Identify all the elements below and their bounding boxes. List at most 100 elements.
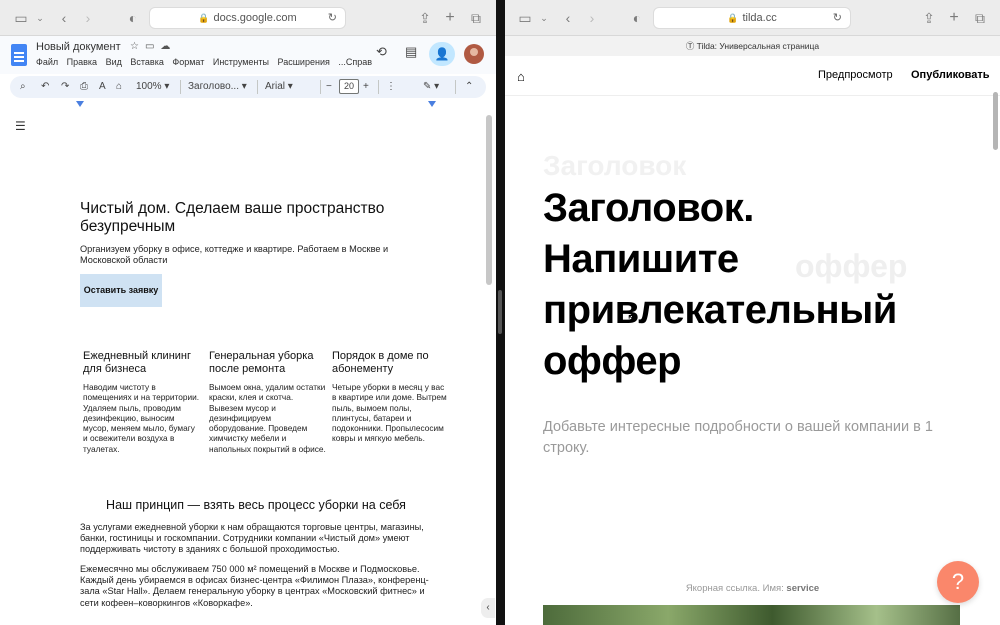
reload-icon[interactable]: ↻	[328, 8, 337, 28]
docs-logo-icon[interactable]	[11, 44, 27, 66]
new-tab-icon[interactable]: +	[945, 9, 963, 27]
block-image	[543, 605, 960, 625]
address-bar-left[interactable]: 🔒 docs.google.com ↻	[149, 7, 346, 29]
menu-format[interactable]: Формат	[172, 57, 204, 67]
scrollbar[interactable]	[486, 115, 492, 285]
print-icon[interactable]: ⎙	[80, 81, 88, 92]
tilda-subtitle[interactable]: Добавьте интересные подробности о вашей …	[543, 417, 943, 459]
docs-toolbar: ⌕ ↶ ↷ ⎙ A ⌂ 100% ▾ Заголово... ▾ Arial ▾…	[10, 76, 486, 98]
tabs-icon[interactable]: ⧉	[467, 9, 485, 27]
ruler-left-marker[interactable]	[76, 101, 84, 107]
menu-view[interactable]: Вид	[106, 57, 122, 67]
preview-link[interactable]: Предпросмотр	[818, 69, 893, 81]
shield-icon[interactable]: ◐	[124, 9, 142, 27]
home-icon[interactable]: ⌂	[517, 69, 525, 84]
column-title: Порядок в доме по абонементу	[332, 350, 429, 375]
page-banner: Ⓣ Tilda: Универсальная страница	[505, 36, 1000, 56]
share-button[interactable]: 👤	[429, 42, 455, 66]
back-icon[interactable]: ‹	[55, 9, 73, 27]
chevron-down-icon[interactable]: ⌄	[31, 9, 49, 27]
star-icon[interactable]: ☆	[130, 41, 145, 52]
tilda-heading[interactable]: Заголовок. Напишите привлекательный оффе…	[543, 183, 943, 387]
paint-format-icon[interactable]: ⌂	[116, 81, 122, 92]
doc-heading[interactable]: Чистый дом. Сделаем ваше пространство бе…	[80, 200, 420, 236]
outline-icon[interactable]: ☰	[15, 119, 26, 133]
edit-mode-icon[interactable]: ✎ ▾	[423, 81, 439, 92]
document-title[interactable]: Новый документ	[36, 41, 121, 53]
section-title[interactable]: Наш принцип — взять весь процесс уборки …	[80, 498, 432, 512]
left-window: ▭ ⌄ ‹ › ◐ 🔒 docs.google.com ↻ ⇪ + ⧉ Новый…	[0, 0, 496, 625]
forward-icon[interactable]: ›	[79, 9, 97, 27]
right-window: ▭ ⌄ ‹ › ◐ 🔒 tilda.cc ↻ ⇪ + ⧉ Ⓣ Tilda: Уни…	[505, 0, 1000, 625]
style-select[interactable]: Заголово... ▾	[188, 81, 247, 92]
history-icon[interactable]: ⟲	[376, 44, 387, 60]
comments-icon[interactable]: ▤	[405, 44, 417, 60]
menu-file[interactable]: Файл	[36, 57, 58, 67]
column-2[interactable]: Генеральная уборка после ремонта Вымоем …	[209, 350, 327, 454]
redo-icon[interactable]: ↷	[61, 81, 69, 92]
back-icon[interactable]: ‹	[559, 9, 577, 27]
collapse-menu-icon[interactable]: ⌃	[465, 81, 473, 92]
column-title: Ежедневный клининг для бизнеса	[83, 350, 192, 375]
scrollbar[interactable]	[993, 92, 998, 150]
menu-help[interactable]: ...Справ	[338, 57, 372, 67]
reload-icon[interactable]: ↻	[833, 8, 842, 28]
ghost-text: Заголовок	[543, 150, 687, 181]
font-size-input[interactable]: 20	[339, 79, 359, 94]
tilda-nav: ⌂ Предпросмотр Опубликовать	[505, 56, 1000, 96]
url-text-left: docs.google.com	[213, 12, 297, 24]
tilda-icon: Ⓣ	[685, 41, 695, 51]
column-text: Четыре уборки в месяц у вас в квартире и…	[332, 382, 447, 444]
share-icon[interactable]: ⇪	[416, 9, 434, 27]
paragraph-1[interactable]: За услугами ежедневной уборки к нам обра…	[80, 522, 432, 556]
anchor-name: service	[786, 583, 820, 594]
undo-icon[interactable]: ↶	[41, 81, 49, 92]
column-3[interactable]: Порядок в доме по абонементу Четыре убор…	[332, 350, 450, 444]
decrease-font-button[interactable]: −	[326, 81, 332, 92]
share-icon[interactable]: ⇪	[920, 9, 938, 27]
new-tab-icon[interactable]: +	[441, 9, 459, 27]
search-icon[interactable]: ⌕	[20, 81, 26, 92]
menu-tools[interactable]: Инструменты	[213, 57, 269, 67]
collapse-panel-button[interactable]: ‹	[481, 598, 495, 618]
add-person-icon: 👤	[434, 47, 450, 61]
folder-icon[interactable]: ▭	[145, 41, 160, 52]
tabs-icon[interactable]: ⧉	[971, 9, 989, 27]
avatar[interactable]	[464, 44, 484, 64]
column-text: Вымоем окна, удалим остатки краски, клея…	[209, 382, 326, 454]
cta-button[interactable]: Оставить заявку	[80, 274, 162, 307]
split-divider[interactable]	[496, 0, 505, 625]
ruler-right-marker[interactable]	[428, 101, 436, 107]
menu-edit[interactable]: Правка	[67, 57, 97, 67]
column-1[interactable]: Ежедневный клининг для бизнеса Наводим ч…	[83, 350, 201, 454]
gdocs-header: Новый документ ☆▭☁ Файл Правка Вид Встав…	[0, 36, 496, 74]
help-button[interactable]: ?	[937, 561, 979, 603]
sidebar-icon[interactable]: ▭	[516, 9, 534, 27]
cloud-icon[interactable]: ☁	[160, 41, 176, 52]
chevron-down-icon[interactable]: ⌄	[535, 9, 553, 27]
increase-font-button[interactable]: +	[363, 81, 369, 92]
sidebar-icon[interactable]: ▭	[12, 9, 30, 27]
doc-subheading[interactable]: Организуем уборку в офисе, коттедже и кв…	[80, 244, 410, 266]
anchor-label: Якорная ссылка. Имя: service	[685, 583, 820, 594]
mouse-cursor-icon: ↖	[627, 311, 638, 325]
address-bar-right[interactable]: 🔒 tilda.cc ↻	[653, 7, 851, 29]
page-title: Tilda: Универсальная страница	[696, 41, 820, 51]
publish-link[interactable]: Опубликовать	[911, 69, 990, 81]
safari-toolbar-right: ▭ ⌄ ‹ › ◐ 🔒 tilda.cc ↻ ⇪ + ⧉	[505, 0, 1000, 36]
spellcheck-icon[interactable]: A	[99, 81, 106, 92]
paragraph-2[interactable]: Ежемесячно мы обслуживаем 750 000 м² пом…	[80, 564, 432, 609]
column-text: Наводим чистоту в помещениях и на террит…	[83, 382, 200, 454]
zoom-select[interactable]: 100% ▾	[136, 81, 169, 92]
forward-icon[interactable]: ›	[583, 9, 601, 27]
lock-icon: 🔒	[727, 13, 739, 23]
menu-extensions[interactable]: Расширения	[278, 57, 330, 67]
font-select[interactable]: Arial ▾	[265, 81, 293, 92]
menu-bar: Файл Правка Вид Вставка Формат Инструмен…	[36, 57, 378, 67]
shield-icon[interactable]: ◐	[628, 9, 646, 27]
safari-toolbar-left: ▭ ⌄ ‹ › ◐ 🔒 docs.google.com ↻ ⇪ + ⧉	[0, 0, 496, 36]
menu-insert[interactable]: Вставка	[130, 57, 163, 67]
url-text-right: tilda.cc	[742, 12, 777, 24]
divider-grip[interactable]	[498, 290, 502, 334]
more-icon[interactable]: ⋮	[386, 81, 396, 92]
